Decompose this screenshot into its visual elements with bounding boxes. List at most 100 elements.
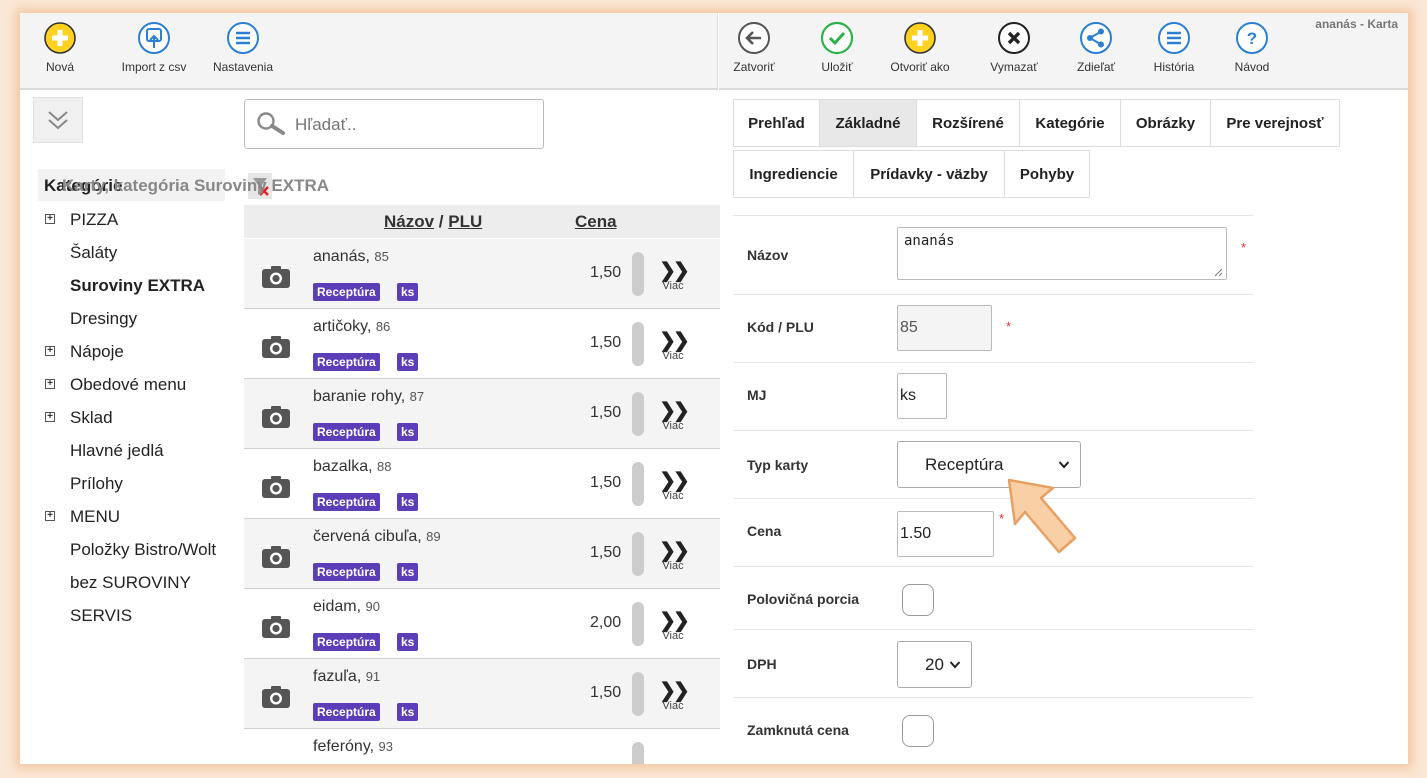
more-button[interactable]: ❯❯ Viac — [657, 400, 690, 432]
column-name-plu: Názov / PLU — [384, 212, 482, 232]
tab-public[interactable]: Pre verejnosť — [1210, 99, 1340, 147]
category-item-active[interactable]: Suroviny EXTRA — [38, 269, 238, 302]
double-chevron-right-icon: ❯❯ — [659, 610, 690, 632]
tab-basic[interactable]: Základné — [819, 99, 917, 147]
camera-icon — [262, 546, 290, 568]
tab-movements[interactable]: Pohyby — [1004, 150, 1090, 198]
category-item[interactable]: + PIZZA — [38, 203, 238, 236]
import-csv-button[interactable]: Import z csv — [114, 21, 194, 76]
more-button[interactable]: ❯❯ Viac — [657, 470, 690, 502]
list-item[interactable]: eidam, 90 Receptúra ks 2,00 ❯❯ Viac — [244, 589, 720, 659]
row-vat: DPH 20 — [733, 629, 1253, 697]
item-price: 1,50 — [590, 264, 622, 281]
more-button[interactable]: ❯❯ Viac — [657, 610, 690, 642]
delete-button[interactable]: Vymazať — [974, 21, 1054, 76]
category-item[interactable]: Hlavné jedlá — [38, 434, 238, 467]
chevron-down-icon — [949, 661, 961, 669]
category-item[interactable]: + Obedové menu — [38, 368, 238, 401]
category-item[interactable]: + MENU — [38, 500, 238, 533]
type-badge: Receptúra — [313, 423, 380, 441]
list-item[interactable]: bazalka, 88 Receptúra ks 1,50 ❯❯ Viac — [244, 449, 720, 519]
search-icon — [257, 112, 285, 135]
double-chevron-right-icon: ❯❯ — [659, 540, 690, 562]
tab-overview[interactable]: Prehľad — [733, 99, 820, 147]
category-item[interactable]: bez SUROVINY — [38, 566, 238, 599]
expand-icon[interactable]: + — [45, 214, 55, 224]
search-input[interactable] — [295, 112, 525, 138]
category-item[interactable]: Šaláty — [38, 236, 238, 269]
more-button[interactable]: ❯❯ Viac — [657, 681, 690, 712]
row-locked-price: Zamknutá cena — [733, 697, 1253, 764]
category-item[interactable]: Prílohy — [38, 467, 238, 500]
tab-addons[interactable]: Prídavky - väzby — [853, 150, 1005, 198]
list-item[interactable]: ananás, 85 Receptúra ks 1,50 ❯❯ Viac — [244, 239, 720, 309]
expand-icon[interactable]: + — [45, 412, 55, 422]
category-list: + PIZZA Šaláty Suroviny EXTRA Dresingy + N… — [38, 203, 238, 632]
required-mark: * — [1241, 240, 1247, 255]
list-item[interactable]: fazuľa, 91 Receptúra ks 1,50 ❯❯ Viac — [244, 659, 720, 729]
more-button[interactable]: ❯❯ Viac — [657, 261, 690, 292]
more-button[interactable]: ❯❯ Viac — [657, 331, 690, 362]
more-button[interactable]: ❯❯ Viac — [657, 540, 690, 572]
double-chevron-right-icon: ❯❯ — [659, 470, 690, 492]
camera-icon — [262, 336, 290, 358]
unit-badge: ks — [397, 563, 419, 581]
category-item[interactable]: + Nápoje — [38, 335, 238, 368]
list-item[interactable]: baranie rohy, 87 Receptúra ks 1,50 ❯❯ Via… — [244, 379, 720, 449]
collapse-sidebar-button[interactable] — [33, 97, 83, 143]
history-button[interactable]: História — [1134, 21, 1214, 76]
resize-handle-icon — [1214, 268, 1223, 277]
locked-price-checkbox[interactable] — [902, 715, 934, 747]
unit-label: MJ — [747, 387, 767, 403]
settings-button[interactable]: Nastavenia — [203, 21, 283, 76]
row-unit: MJ ks — [733, 362, 1253, 430]
half-portion-checkbox[interactable] — [902, 584, 934, 616]
tab-extended[interactable]: Rozšírené — [916, 99, 1020, 147]
locked-price-label: Zamknutá cena — [747, 722, 849, 738]
sort-price-link[interactable]: Cena — [575, 212, 617, 231]
code-label: Kód / PLU — [747, 319, 814, 335]
row-code: Kód / PLU 85 * — [733, 294, 1253, 362]
plus-circle-icon — [904, 22, 936, 54]
category-label: Šaláty — [70, 243, 118, 262]
category-label: Obedové menu — [70, 375, 187, 394]
price-field[interactable]: 1.50 — [897, 511, 994, 557]
search-box[interactable] — [244, 99, 544, 149]
required-mark: * — [1006, 319, 1012, 334]
unit-badge: ks — [397, 353, 419, 371]
list-item[interactable]: červená cibuľa, 89 Receptúra ks 1,50 ❯❯ V… — [244, 519, 720, 589]
vat-select[interactable]: 20 — [897, 641, 972, 688]
category-item[interactable]: Dresingy — [38, 302, 238, 335]
double-chevron-right-icon: ❯❯ — [659, 400, 690, 422]
list-item[interactable]: artičoky, 86 Receptúra ks 1,50 ❯❯ Viac — [244, 309, 720, 379]
save-button[interactable]: Uložiť — [797, 21, 877, 76]
close-button[interactable]: Zatvoriť — [714, 21, 794, 76]
sort-plu-link[interactable]: PLU — [448, 212, 482, 231]
tab-categories[interactable]: Kategórie — [1019, 99, 1121, 147]
open-as-button[interactable]: Otvoriť ako — [880, 21, 960, 76]
expand-icon[interactable]: + — [45, 346, 55, 356]
help-button[interactable]: ? Návod — [1212, 21, 1292, 76]
name-label: Názov — [747, 247, 789, 263]
import-csv-label: Import z csv — [121, 60, 187, 74]
tab-images[interactable]: Obrázky — [1120, 99, 1211, 147]
status-bar — [632, 322, 644, 366]
expand-icon[interactable]: + — [45, 379, 55, 389]
list-item[interactable]: feferóny, 93 — [244, 729, 720, 764]
status-bar — [632, 672, 644, 716]
tab-ingredients[interactable]: Ingrediencie — [733, 150, 854, 198]
expand-icon[interactable]: + — [45, 511, 55, 521]
new-button[interactable]: Nová — [20, 21, 100, 76]
unit-field[interactable]: ks — [897, 373, 947, 419]
row-name: Názov ananás * — [733, 215, 1253, 294]
category-item[interactable]: SERVIS — [38, 599, 238, 632]
code-field[interactable]: 85 — [897, 305, 992, 351]
column-separator: / — [434, 212, 449, 231]
category-item[interactable]: + Sklad — [38, 401, 238, 434]
category-label: Nápoje — [70, 342, 124, 361]
type-badge: Receptúra — [313, 563, 380, 581]
sort-name-link[interactable]: Názov — [384, 212, 434, 231]
category-item[interactable]: Položky Bistro/Wolt — [38, 533, 238, 566]
name-field[interactable]: ananás — [897, 227, 1227, 280]
share-button[interactable]: Zdieľať — [1056, 21, 1136, 76]
